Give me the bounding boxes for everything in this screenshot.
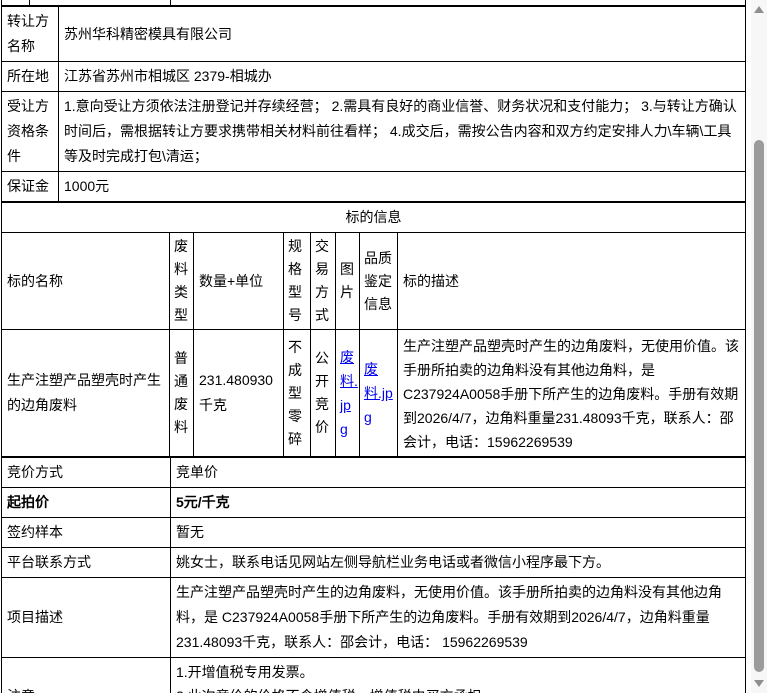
row-value: 暂无 (176, 524, 204, 540)
col-header-image: 图片 (336, 233, 360, 329)
row-deposit: 保证金 1000元 (2, 172, 745, 203)
col-header-name: 标的名称 (2, 233, 170, 329)
clipped-cell (30, 0, 171, 5)
note-line: 1.开增值税专用发票。 (176, 664, 314, 680)
row-starting-price: 起拍价 5元/千克 (2, 488, 745, 518)
image-file-link[interactable]: 废料.jpg (340, 345, 358, 441)
row-label: 受让方资格条件 (2, 92, 59, 171)
notes-value: 1.开增值税专用发票。 2.此次竞价的价格不含增值税，增值税由买方承担。 3.意… (171, 658, 745, 693)
bid-table-row: 生产注塑产品塑壳时产生的边角废料 普通废料 231.480930 千克 不成型零… (2, 330, 745, 458)
row-qualification: 受让方资格条件 1.意向受让方须依法注册登记并存续经营； 2.需具有良好的商业信… (2, 92, 745, 172)
section-header-row: 标的信息 (2, 203, 745, 233)
row-value: 竞单价 (176, 464, 218, 480)
row-platform-contact: 平台联系方式 姚女士，联系电话见网站左侧导航栏业务电话或者微信小程序最下方。 (2, 548, 745, 578)
page: 转让方名称 苏州华科精密模具有限公司 所在地 江苏省苏州市相城区 2379-相城… (0, 0, 767, 693)
row-value: 江苏省苏州市相城区 2379-相城办 (64, 68, 272, 84)
col-header-spec: 规格型号 (284, 233, 311, 329)
lot-quality-cell: 废料.jpg (360, 330, 398, 456)
row-bid-method: 竞价方式 竞单价 (2, 458, 745, 488)
row-label: 竞价方式 (2, 458, 171, 487)
row-value: 生产注塑产品塑壳时产生的边角废料，无使用价值。该手册所拍卖的边角料没有其他边角料… (176, 584, 722, 650)
row-contract-sample: 签约样本 暂无 (2, 518, 745, 548)
row-label: 转让方名称 (2, 7, 59, 61)
clipped-row (2, 0, 745, 7)
section-title: 标的信息 (345, 209, 402, 225)
lot-name: 生产注塑产品塑壳时产生的边角废料 (2, 330, 170, 456)
col-header-description: 标的描述 (403, 272, 459, 289)
lot-spec: 不成型零碎 (284, 330, 311, 456)
row-notes: 注意 1.开增值税专用发票。 2.此次竞价的价格不含增值税，增值税由买方承担。 … (2, 658, 745, 693)
clipped-cell (171, 0, 745, 5)
note-line: 2.此次竞价的价格不含增值税，增值税由买方承担。 (176, 684, 740, 693)
row-value: 姚女士，联系电话见网站左侧导航栏业务电话或者微信小程序最下方。 (176, 554, 610, 570)
lot-description: 生产注塑产品塑壳时产生的边角废料，无使用价值。该手册所拍卖的边角料没有其他边角料… (403, 338, 739, 450)
lot-image-cell: 废料.jpg (336, 330, 360, 456)
col-header-quantity: 数量+单位 (194, 233, 284, 329)
row-label: 项目描述 (2, 578, 171, 657)
row-label: 平台联系方式 (2, 548, 171, 577)
listing-table: 转让方名称 苏州华科精密模具有限公司 所在地 江苏省苏州市相城区 2379-相城… (1, 0, 746, 693)
row-value: 苏州华科精密模具有限公司 (64, 25, 232, 42)
row-label: 所在地 (2, 62, 59, 91)
row-value: 1000元 (64, 178, 110, 194)
lot-trade-mode: 公开竞价 (311, 330, 336, 456)
clipped-cell (2, 0, 30, 5)
row-location: 所在地 江苏省苏州市相城区 2379-相城办 (2, 62, 745, 92)
lot-waste-type: 普通废料 (170, 330, 194, 456)
row-label: 注意 (2, 658, 171, 693)
scroll-down-icon[interactable] (754, 680, 764, 687)
scrollbar-thumb[interactable] (754, 140, 764, 672)
col-header-waste-type: 废料类型 (170, 233, 194, 329)
row-label: 保证金 (2, 172, 59, 201)
vertical-scrollbar[interactable] (751, 0, 767, 693)
scroll-up-icon[interactable] (754, 6, 764, 13)
quality-file-link[interactable]: 废料.jpg (364, 357, 393, 429)
row-label: 签约样本 (2, 518, 171, 547)
row-label: 起拍价 (2, 488, 171, 517)
col-header-quality: 品质鉴定信息 (360, 233, 398, 329)
col-header-trade-mode: 交易方式 (311, 233, 336, 329)
row-transferor-name: 转让方名称 苏州华科精密模具有限公司 (2, 7, 745, 62)
row-value: 1.意向受让方须依法注册登记并存续经营； 2.需具有良好的商业信誉、财务状况和支… (64, 98, 737, 164)
lot-quantity: 231.480930 千克 (194, 330, 284, 456)
row-value: 5元/千克 (176, 494, 230, 510)
row-project-description: 项目描述 生产注塑产品塑壳时产生的边角废料，无使用价值。该手册所拍卖的边角料没有… (2, 578, 745, 658)
bid-table-header-row: 标的名称 废料类型 数量+单位 规格型号 交易方式 图片 品质鉴定信息 标的描述 (2, 233, 745, 330)
